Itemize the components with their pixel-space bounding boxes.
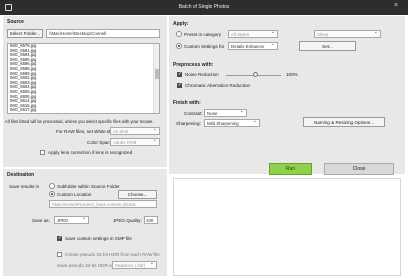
custom-location-label: Custom Location <box>57 192 92 197</box>
destination-heading: Destination <box>7 172 35 178</box>
hdr-save-select[interactable]: Radiance (.hdr) <box>112 261 157 269</box>
sharpening-label: Sharpening: <box>176 121 201 126</box>
save-as-label: Save as: <box>32 218 50 223</box>
file-list-rows: IMG_6576.jpg IMG_6591.jpg IMG_6594.jpg IMG_… <box>8 44 159 113</box>
jpeg-quality-field[interactable]: 100 <box>144 216 158 224</box>
preview-area <box>173 178 401 276</box>
color-space-select[interactable]: Adobe RGB <box>110 138 160 146</box>
sharpening-select[interactable]: Mild Sharpening <box>204 119 260 127</box>
select-folder-button[interactable]: Select Folder... <box>7 29 43 38</box>
lens-correction-checkbox[interactable] <box>40 150 45 155</box>
source-note: All files listed will be processed, unle… <box>5 119 154 124</box>
noise-reduction-value: 100% <box>286 72 298 77</box>
xmp-checkbox[interactable] <box>57 235 62 241</box>
close-window-icon[interactable]: × <box>394 2 398 9</box>
lens-correction-label: Apply lens correction if lens is recogni… <box>48 150 133 155</box>
noise-reduction-label: Noise Reduction <box>185 72 219 77</box>
preset-category-select[interactable]: All Styles <box>228 30 278 38</box>
subfolder-label: Subfolder within Source Folder <box>57 184 120 189</box>
chromatic-aberration-label: Chromatic Aberration Reduction <box>185 83 251 88</box>
apply-heading: Apply: <box>173 21 189 27</box>
xmp-label: Save custom settings in XMP file <box>65 236 132 241</box>
preset-label: Preset in category <box>184 32 222 37</box>
settings-panel <box>169 16 405 174</box>
custom-settings-select[interactable]: Details Enhancer <box>228 42 278 50</box>
hdr-save-label: Save pseudo 32-bit HDR as: <box>57 263 116 268</box>
location-path-field[interactable]: \\Mac\Home\Pictures\_base custom photos <box>49 200 157 208</box>
file-list[interactable]: IMG_6576.jpg IMG_6591.jpg IMG_6594.jpg IMG_… <box>7 43 160 114</box>
preset-select[interactable]: Sleep <box>314 30 381 38</box>
naming-resizing-button[interactable]: Naming & Resizing Options... <box>303 117 385 127</box>
run-button[interactable]: Run <box>269 163 312 175</box>
source-heading: Source <box>7 19 24 25</box>
scrollbar-thumb[interactable] <box>155 69 159 79</box>
subfolder-radio[interactable] <box>49 183 55 189</box>
save-results-label: Save results in <box>9 184 40 189</box>
finish-heading: Finish with: <box>173 100 201 106</box>
preprocess-heading: Preprocess with: <box>173 62 214 68</box>
hdr-label: Create pseudo 32-bit HDR from each RAW f… <box>65 252 160 257</box>
window-title: Batch of Single Photos <box>178 4 230 10</box>
save-as-select[interactable]: JPEG <box>54 216 89 224</box>
custom-settings-label: Custom Settings for <box>184 44 225 49</box>
jpeg-quality-label: JPEG Quality: <box>113 218 142 223</box>
hdr-checkbox[interactable] <box>57 252 62 257</box>
set-button[interactable]: Set... <box>299 41 356 51</box>
custom-location-radio[interactable] <box>49 191 55 197</box>
list-item[interactable]: IMG_6622.jpg <box>8 112 159 113</box>
noise-reduction-checkbox[interactable] <box>177 71 182 77</box>
raw-wb-select[interactable]: As Shot <box>110 127 160 135</box>
chromatic-aberration-checkbox[interactable] <box>177 82 182 88</box>
contrast-label: Contrast: <box>184 111 203 116</box>
file-list-scrollbar[interactable] <box>153 44 159 113</box>
preset-radio[interactable] <box>176 31 182 37</box>
folder-path-field[interactable]: \\Mac\Home\Desktop\Connell <box>46 29 160 38</box>
title-bar: Batch of Single Photos × <box>0 0 408 15</box>
contrast-select[interactable]: None <box>204 109 247 117</box>
close-button[interactable]: Close <box>324 163 394 175</box>
custom-settings-radio[interactable] <box>176 43 182 49</box>
choose-button[interactable]: Choose... <box>118 190 157 199</box>
